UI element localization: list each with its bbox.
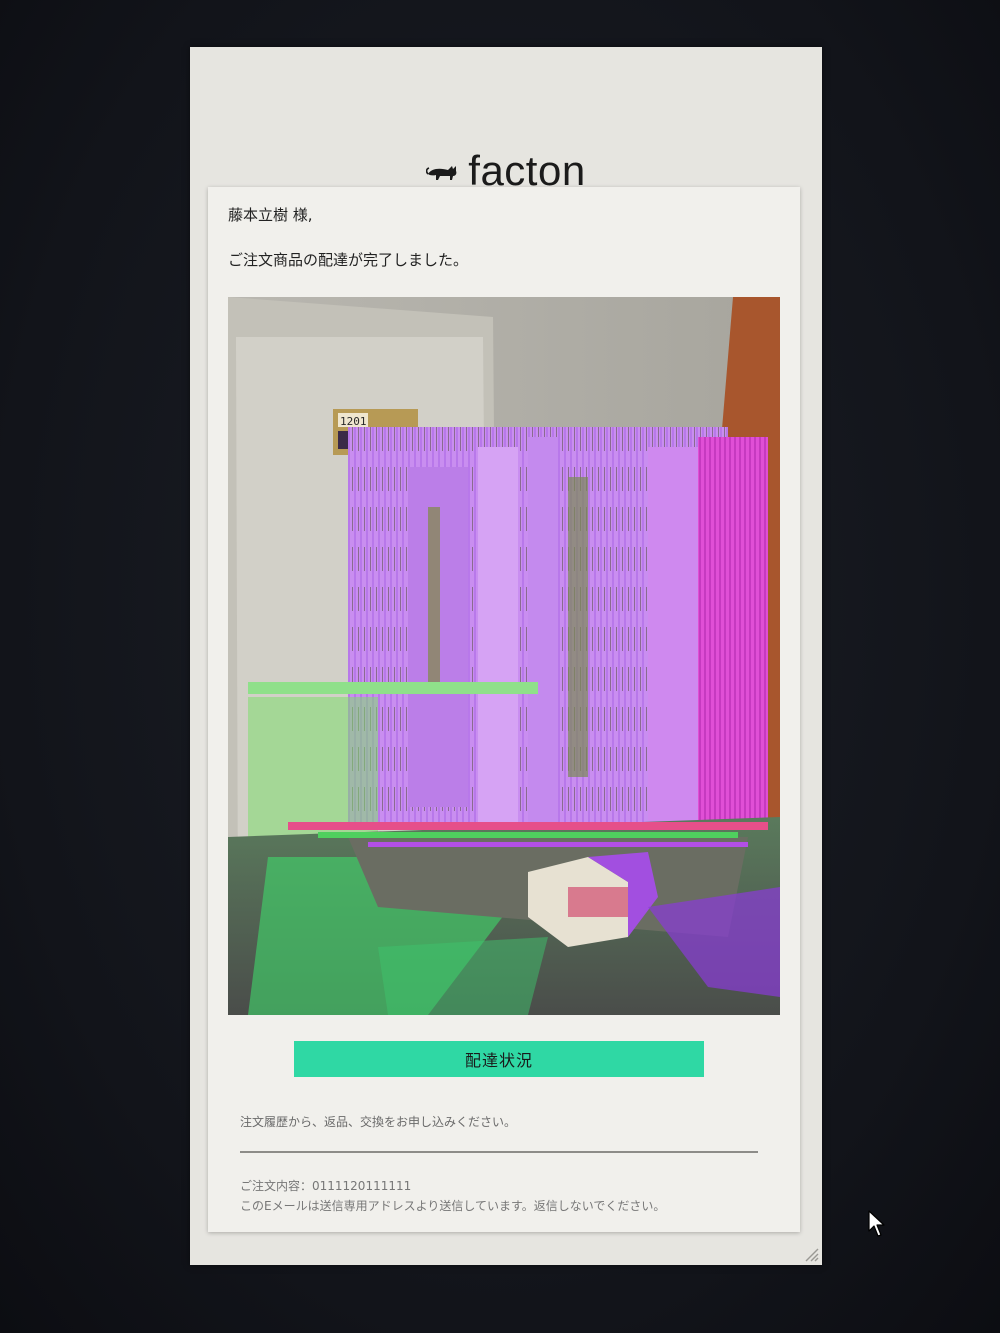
email-window: facton 藤本立樹 様, ご注文商品の配達が完了しました。 1201 配達状…: [190, 47, 822, 1265]
greeting: 藤本立樹 様,: [228, 206, 313, 224]
returns-note: 注文履歴から、返品、交換をお申し込みください。: [240, 1115, 517, 1129]
no-reply-note: このEメールは送信専用アドレスより送信しています。返信しないでください。: [240, 1199, 666, 1213]
delivery-photo-image: 1201: [228, 297, 780, 1015]
cat-icon: [426, 166, 457, 180]
mouse-pointer-icon: [868, 1210, 885, 1237]
divider: [240, 1151, 758, 1153]
resize-grip-icon[interactable]: [802, 1245, 820, 1263]
monitor-screen: facton 藤本立樹 様, ご注文商品の配達が完了しました。 1201 配達状…: [0, 0, 1000, 1333]
order-number: ご注文内容：0111120111111: [240, 1179, 412, 1193]
delivery-status-button[interactable]: 配達状況: [294, 1041, 704, 1077]
email-card: 藤本立樹 様, ご注文商品の配達が完了しました。 1201 配達状況 注文履歴か…: [208, 187, 800, 1232]
delivery-message: ご注文商品の配達が完了しました。: [228, 251, 469, 269]
door-number-label: 1201: [340, 415, 367, 428]
delivery-photo: 1201: [228, 297, 780, 1015]
